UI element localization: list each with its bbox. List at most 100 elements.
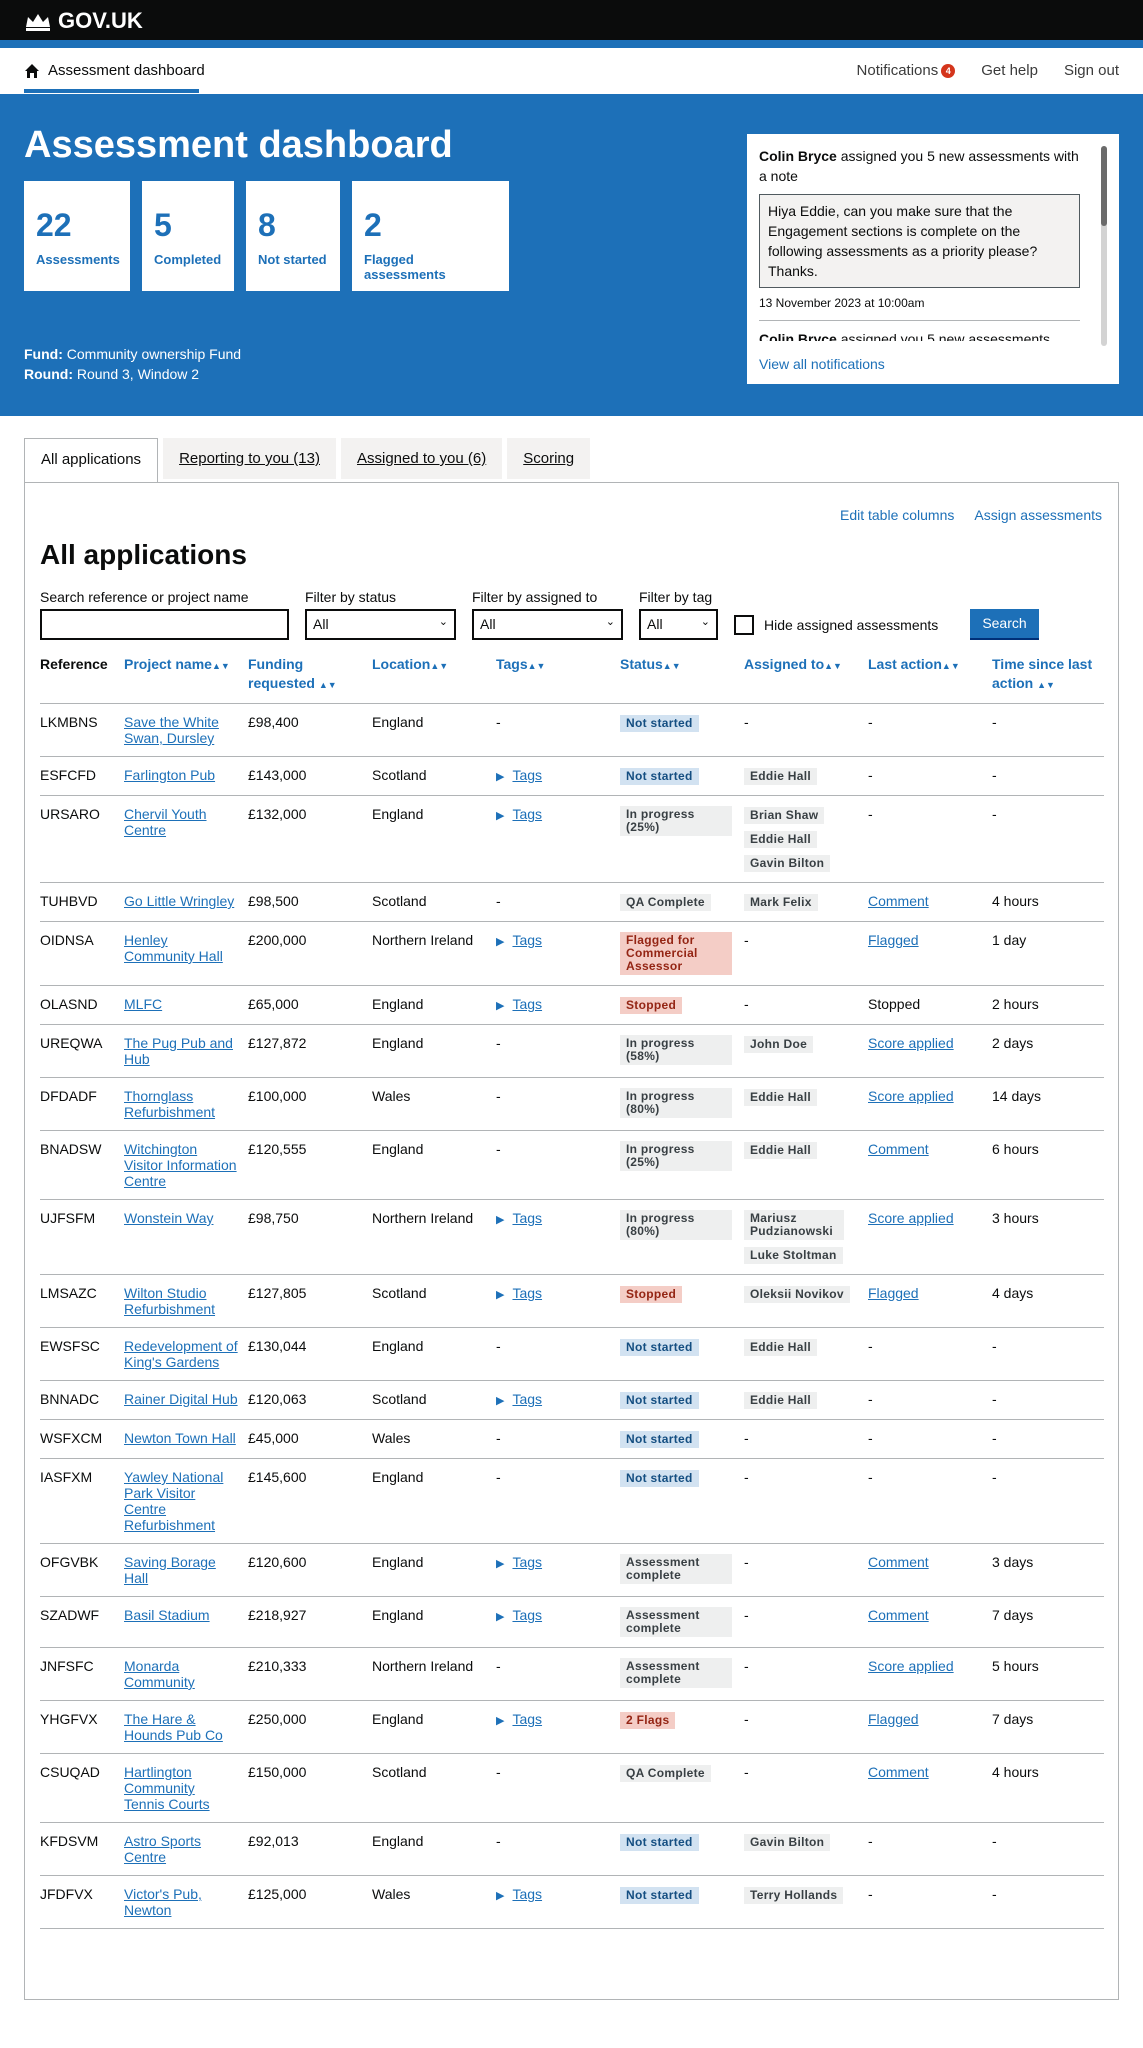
cell-tags: -	[496, 1753, 620, 1823]
cell-status: Assessment complete	[620, 1543, 744, 1597]
tags-toggle[interactable]: Tags	[512, 996, 542, 1012]
project-name-link[interactable]: Henley Community Hall	[124, 932, 223, 964]
project-name-link[interactable]: Redevelopment of King's Gardens	[124, 1338, 238, 1370]
column-header-assigned-to[interactable]: Assigned to▲▼	[744, 655, 868, 704]
column-header-location[interactable]: Location▲▼	[372, 655, 496, 704]
project-name-link[interactable]: Wonstein Way	[124, 1210, 213, 1226]
disclosure-triangle-icon[interactable]: ▶	[496, 1558, 504, 1570]
last-action-link[interactable]: Comment	[868, 1764, 929, 1780]
tags-toggle[interactable]: Tags	[512, 1711, 542, 1727]
project-name-link[interactable]: Monarda Community	[124, 1658, 195, 1690]
cell-status: Assessment complete	[620, 1596, 744, 1648]
tags-toggle[interactable]: Tags	[512, 1886, 542, 1902]
column-header-project-name[interactable]: Project name▲▼	[124, 655, 248, 704]
reference-text: CSUQAD	[40, 1764, 100, 1780]
tags-toggle[interactable]: Tags	[512, 767, 542, 783]
tags-toggle[interactable]: Tags	[512, 1391, 542, 1407]
project-name-link[interactable]: MLFC	[124, 996, 162, 1012]
stat-card-flagged[interactable]: 2 Flagged assessments	[352, 181, 509, 291]
project-name-link[interactable]: Astro Sports Centre	[124, 1833, 201, 1865]
disclosure-triangle-icon[interactable]: ▶	[496, 936, 504, 948]
project-name-link[interactable]: The Hare & Hounds Pub Co	[124, 1711, 223, 1743]
column-header-time-since[interactable]: Time since last action ▲▼	[992, 655, 1104, 704]
last-action-link[interactable]: Comment	[868, 1607, 929, 1623]
project-name-link[interactable]: Newton Town Hall	[124, 1430, 236, 1446]
funding-text: £143,000	[248, 767, 307, 783]
tag-select[interactable]: All ⌄	[639, 609, 718, 640]
column-header-last-action[interactable]: Last action▲▼	[868, 655, 992, 704]
cell-tags: ▶ Tags	[496, 756, 620, 796]
stat-card-completed[interactable]: 5 Completed	[142, 181, 234, 291]
project-name-link[interactable]: Farlington Pub	[124, 767, 215, 783]
project-name-link[interactable]: Save the White Swan, Dursley	[124, 714, 219, 746]
tab-reporting-to-you[interactable]: Reporting to you (13)	[163, 438, 336, 479]
cell-project-name: Go Little Wringley	[124, 882, 248, 922]
project-name-link[interactable]: Saving Borage Hall	[124, 1554, 216, 1586]
tab-all-applications[interactable]: All applications	[24, 438, 159, 483]
project-name-link[interactable]: Chervil Youth Centre	[124, 806, 207, 838]
last-action-link[interactable]: Flagged	[868, 1711, 919, 1727]
assigned-select[interactable]: All ⌄	[472, 609, 623, 640]
disclosure-triangle-icon[interactable]: ▶	[496, 1890, 504, 1902]
assign-assessments-link[interactable]: Assign assessments	[974, 507, 1102, 523]
last-action-link[interactable]: Flagged	[868, 1285, 919, 1301]
disclosure-triangle-icon[interactable]: ▶	[496, 810, 504, 822]
tags-toggle[interactable]: Tags	[512, 1607, 542, 1623]
status-select[interactable]: All ⌄	[305, 609, 456, 640]
search-button[interactable]: Search	[970, 609, 1039, 640]
disclosure-triangle-icon[interactable]: ▶	[496, 1715, 504, 1727]
last-action-link[interactable]: Score applied	[868, 1658, 954, 1674]
search-input[interactable]	[40, 609, 289, 640]
project-name-link[interactable]: Thornglass Refurbishment	[124, 1088, 215, 1120]
cell-tags: ▶ Tags	[496, 1380, 620, 1420]
tags-toggle[interactable]: Tags	[512, 806, 542, 822]
project-name-link[interactable]: Witchington Visitor Information Centre	[124, 1141, 237, 1189]
hide-assigned-checkbox[interactable]: Hide assigned assessments	[734, 609, 938, 640]
edit-table-columns-link[interactable]: Edit table columns	[840, 507, 954, 523]
cell-reference: BNADSW	[40, 1130, 124, 1200]
project-name-link[interactable]: Victor's Pub, Newton	[124, 1886, 202, 1918]
view-all-notifications-link[interactable]: View all notifications	[759, 356, 885, 372]
project-name-link[interactable]: Yawley National Park Visitor Centre Refu…	[124, 1469, 223, 1533]
tags-toggle[interactable]: Tags	[512, 932, 542, 948]
sign-out-link[interactable]: Sign out	[1064, 62, 1119, 79]
notifications-link[interactable]: Notifications 4	[857, 62, 956, 79]
project-name-link[interactable]: Wilton Studio Refurbishment	[124, 1285, 215, 1317]
column-header-status[interactable]: Status▲▼	[620, 655, 744, 704]
stat-card-assessments[interactable]: 22 Assessments	[24, 181, 130, 291]
disclosure-triangle-icon[interactable]: ▶	[496, 771, 504, 783]
tags-toggle[interactable]: Tags	[512, 1210, 542, 1226]
tab-assigned-to-you[interactable]: Assigned to you (6)	[340, 438, 503, 479]
last-action-link[interactable]: Score applied	[868, 1210, 954, 1226]
last-action-link[interactable]: Score applied	[868, 1088, 954, 1104]
funding-text: £98,500	[248, 893, 299, 909]
get-help-link[interactable]: Get help	[981, 62, 1038, 79]
tags-toggle[interactable]: Tags	[512, 1554, 542, 1570]
last-action-link[interactable]: Comment	[868, 1554, 929, 1570]
disclosure-triangle-icon[interactable]: ▶	[496, 1611, 504, 1623]
last-action-link[interactable]: Comment	[868, 1141, 929, 1157]
last-action-link[interactable]: Flagged	[868, 932, 919, 948]
project-name-link[interactable]: The Pug Pub and Hub	[124, 1035, 233, 1067]
home-link[interactable]: Assessment dashboard	[24, 62, 205, 79]
disclosure-triangle-icon[interactable]: ▶	[496, 1395, 504, 1407]
notifications-scrollbar[interactable]	[1101, 146, 1107, 346]
column-header-funding[interactable]: Funding requested ▲▼	[248, 655, 372, 704]
govuk-logo[interactable]: GOV.UK	[24, 8, 143, 34]
disclosure-triangle-icon[interactable]: ▶	[496, 1000, 504, 1012]
project-name-link[interactable]: Basil Stadium	[124, 1607, 210, 1623]
funding-text: £120,063	[248, 1391, 307, 1407]
location-text: England	[372, 1711, 424, 1727]
tags-toggle[interactable]: Tags	[512, 1285, 542, 1301]
column-header-tags[interactable]: Tags▲▼	[496, 655, 620, 704]
project-name-link[interactable]: Hartlington Community Tennis Courts	[124, 1764, 210, 1812]
stat-card-not-started[interactable]: 8 Not started	[246, 181, 340, 291]
disclosure-triangle-icon[interactable]: ▶	[496, 1214, 504, 1226]
disclosure-triangle-icon[interactable]: ▶	[496, 1289, 504, 1301]
project-name-link[interactable]: Rainer Digital Hub	[124, 1391, 238, 1407]
last-action-link[interactable]: Score applied	[868, 1035, 954, 1051]
tab-scoring[interactable]: Scoring	[507, 438, 591, 479]
last-action-link[interactable]: Comment	[868, 893, 929, 909]
checkbox-box[interactable]	[734, 614, 754, 635]
project-name-link[interactable]: Go Little Wringley	[124, 893, 234, 909]
